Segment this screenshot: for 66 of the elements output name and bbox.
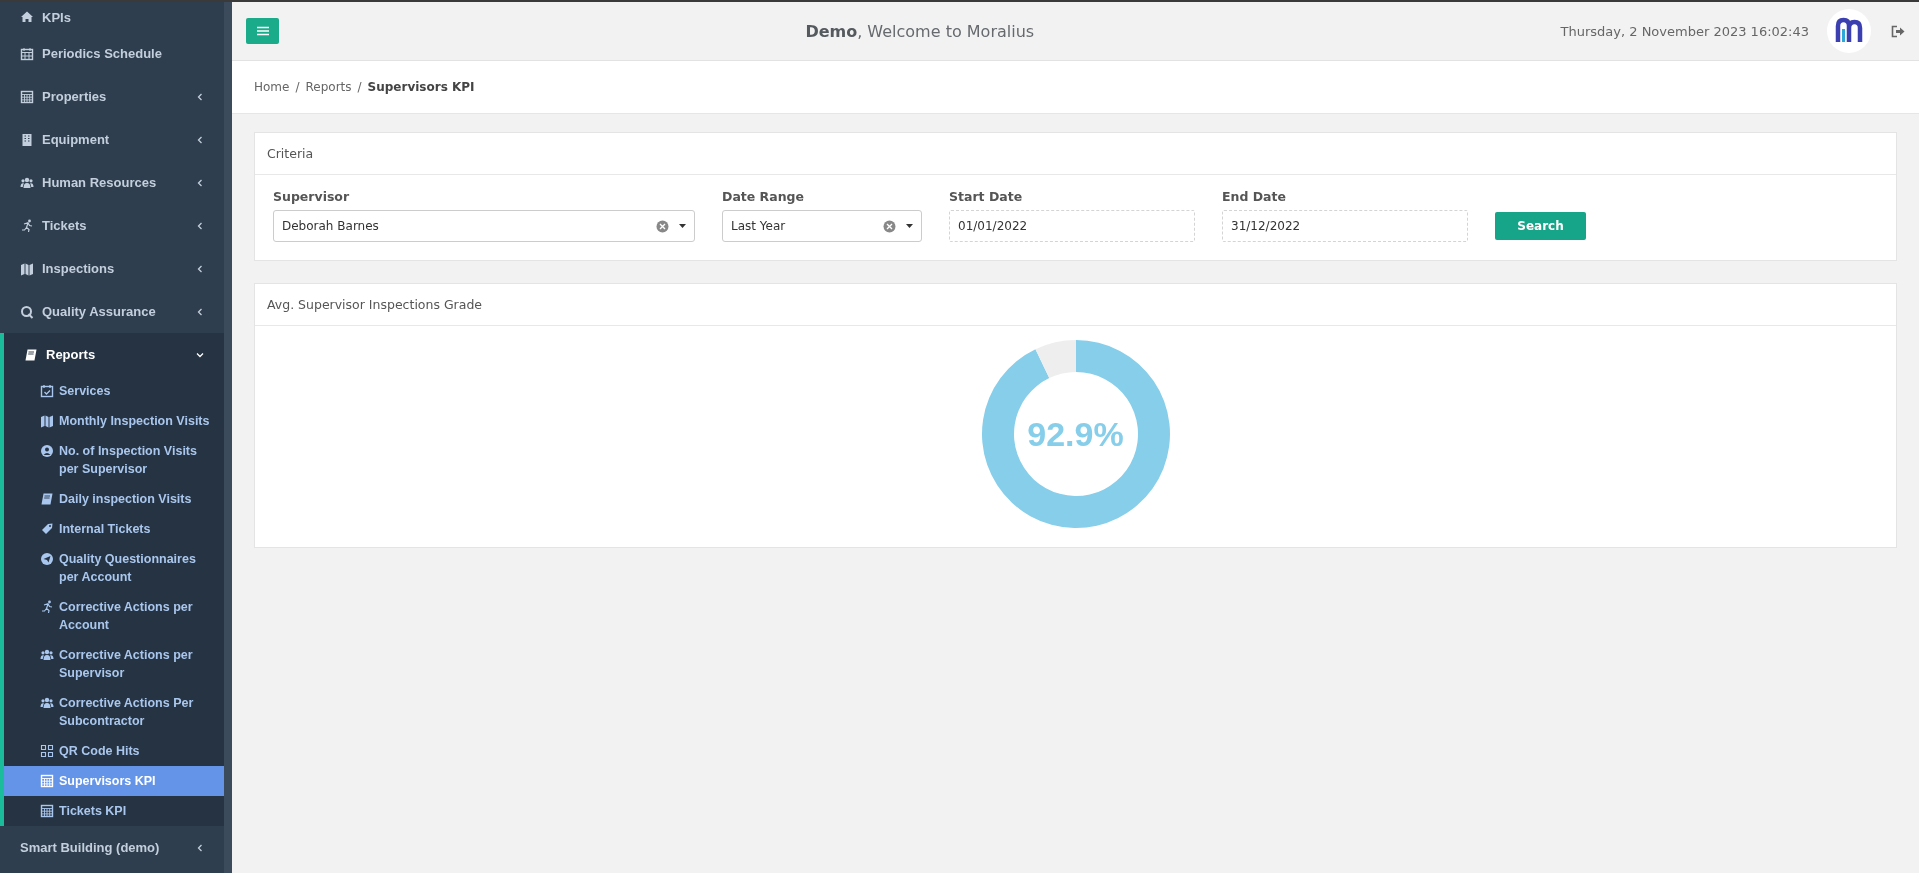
submenu-item[interactable]: No. of Inspection Visits per Supervisor [4, 436, 224, 484]
book-icon [24, 347, 38, 362]
date-field[interactable]: 01/01/2022 [949, 210, 1195, 242]
submenu-item[interactable]: Quality Questionnaires per Account [4, 544, 224, 592]
clear-icon[interactable] [883, 219, 896, 233]
sidebar-item[interactable]: Properties [0, 75, 224, 118]
caret-icon [679, 224, 686, 228]
calendar-check-icon [40, 384, 54, 398]
runner-icon [20, 218, 34, 233]
submenu-item[interactable]: Tickets KPI [4, 796, 224, 826]
calculator-icon [40, 774, 54, 788]
qr-icon [40, 744, 54, 758]
menu-icon [256, 26, 269, 36]
menu-button[interactable] [246, 18, 279, 44]
sidebar-item[interactable]: Equipment [0, 118, 224, 161]
submenu-item[interactable]: Services [4, 376, 224, 406]
select-field[interactable]: Deborah Barnes [273, 210, 695, 242]
submenu-item[interactable]: Corrective Actions Per Subcontractor [4, 688, 224, 736]
caret-icon [906, 224, 913, 228]
book-icon [40, 492, 54, 506]
breadcrumb-separator: / [357, 80, 362, 94]
field-label: Supervisor [273, 189, 351, 204]
breadcrumb-separator: / [295, 80, 300, 94]
select-field[interactable]: Last Year [722, 210, 922, 242]
card-title: Avg. Supervisor Inspections Grade [255, 284, 1896, 326]
date-time: Thursday, 2 November 2023 16:02:43 [1560, 23, 1809, 39]
date-field[interactable]: 31/12/2022 [1222, 210, 1468, 242]
submenu-item[interactable]: Corrective Actions per Supervisor [4, 640, 224, 688]
logo-avatar[interactable] [1827, 9, 1871, 53]
field-label: Start Date [949, 189, 1024, 204]
card-title: Criteria [255, 133, 1896, 175]
breadcrumb-link[interactable]: Reports [305, 80, 352, 94]
submenu-item[interactable]: Daily inspection Visits [4, 484, 224, 514]
clear-icon[interactable] [656, 219, 669, 233]
map-icon [20, 261, 34, 276]
send-icon [40, 552, 54, 566]
submenu-item[interactable]: QR Code Hits [4, 736, 224, 766]
sidebar-item[interactable]: Inspections [0, 247, 224, 290]
sidebar-item[interactable]: KPIs [0, 2, 224, 32]
home-icon [20, 10, 34, 24]
calculator-icon [20, 89, 34, 104]
calendar-icon [20, 46, 34, 61]
breadcrumb-link[interactable]: Home [254, 80, 290, 94]
user-circle-icon [40, 444, 54, 458]
sidebar-item[interactable]: Periodics Schedule [0, 32, 224, 75]
sidebar-item[interactable]: Quality Assurance [0, 290, 224, 333]
users-icon [40, 696, 54, 710]
submenu-item[interactable]: Internal Tickets [4, 514, 224, 544]
percentage-reading: 92.9% [1027, 414, 1124, 454]
users-icon [40, 648, 54, 662]
logout-icon[interactable] [1891, 24, 1905, 38]
users-icon [20, 175, 34, 190]
sidebar-item[interactable]: Human Resources [0, 161, 224, 204]
building-icon [20, 132, 34, 147]
submenu-item[interactable]: Monthly Inspection Visits [4, 406, 224, 436]
field-label: Date Range [722, 189, 805, 204]
sidebar-item[interactable]: Tickets [0, 204, 224, 247]
welcome-title: Demo, Welcome to Moralius [804, 21, 1036, 41]
map-icon [40, 414, 54, 428]
sidebar-item[interactable]: Smart Building (demo) [0, 826, 224, 869]
calculator-icon [40, 804, 54, 818]
tag-icon [40, 522, 54, 536]
runner-icon [40, 600, 54, 614]
submenu-item[interactable]: Corrective Actions per Account [4, 592, 224, 640]
sidebar-item[interactable]: Reports [4, 333, 224, 376]
field-label: End Date [1222, 189, 1287, 204]
